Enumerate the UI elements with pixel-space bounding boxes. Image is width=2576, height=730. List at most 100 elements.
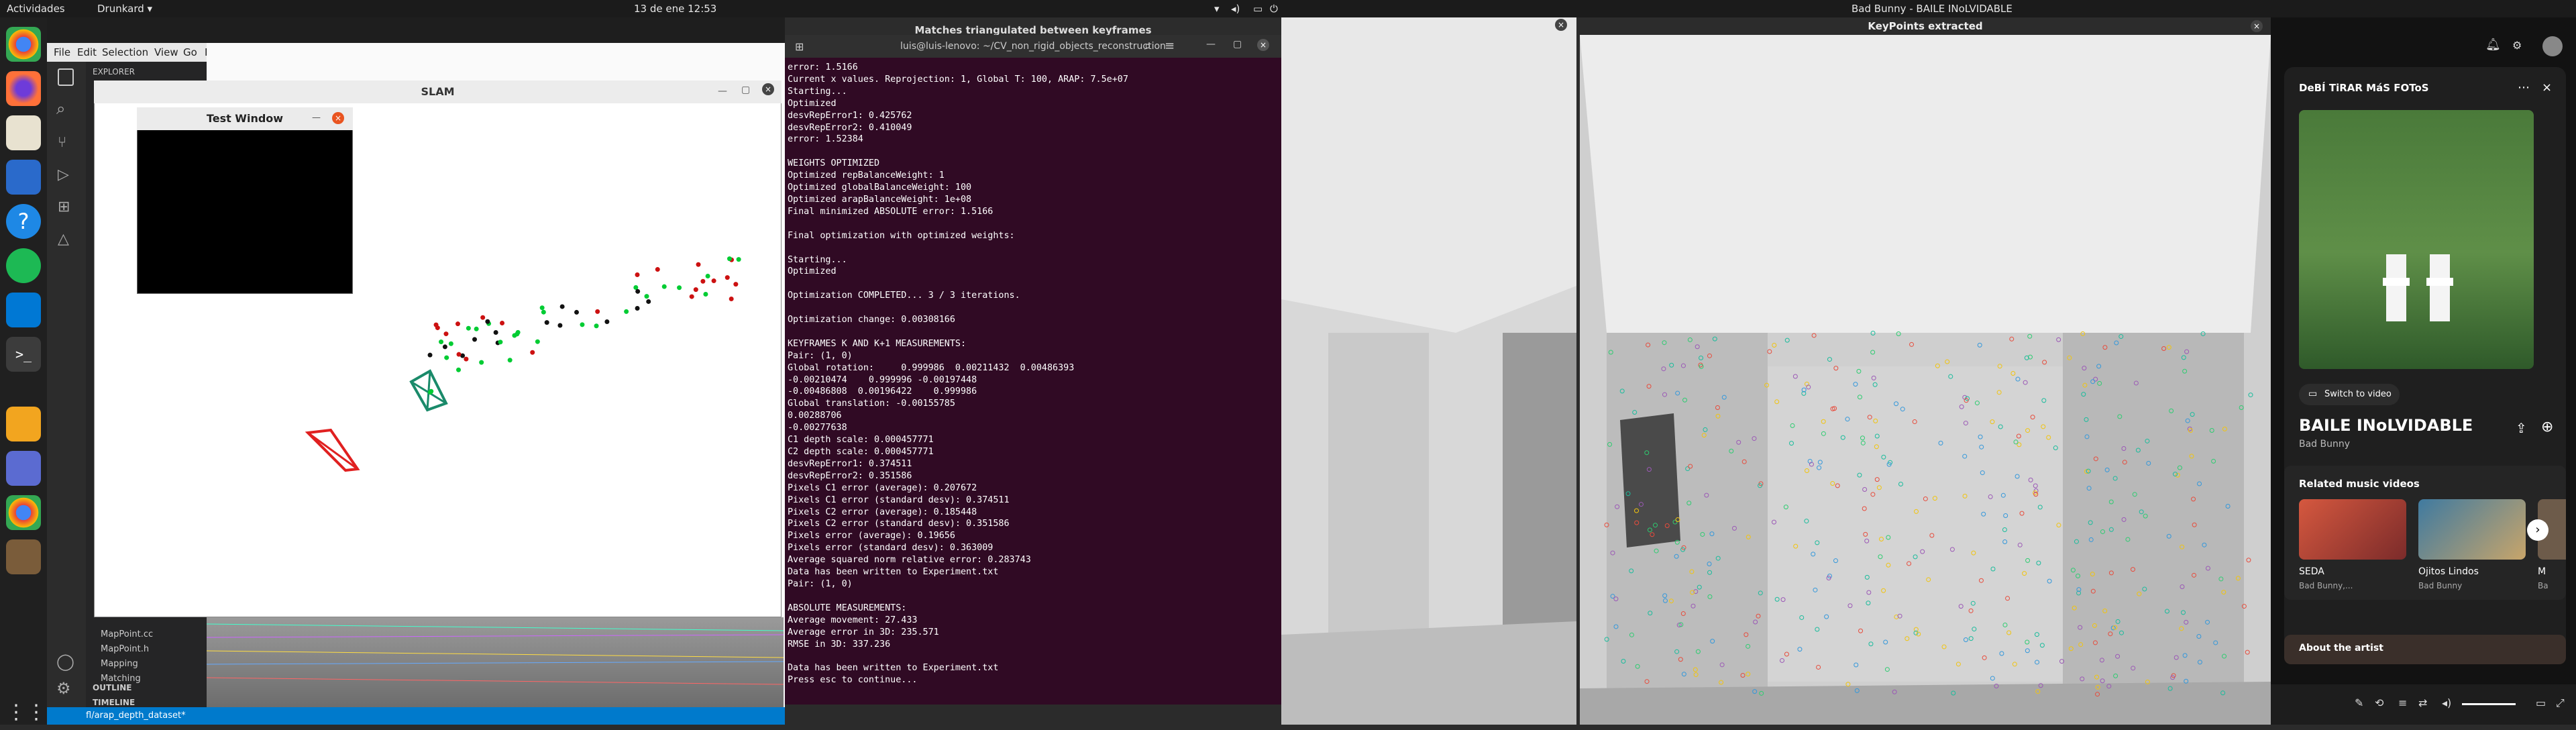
battery-icon[interactable]: ▭ [1253,3,1263,15]
tree-folder[interactable]: Matching [101,674,141,684]
history-icon[interactable]: ⟲ [2375,696,2383,709]
close-button[interactable]: × [332,112,344,124]
writer-icon[interactable] [6,160,41,195]
close-icon[interactable]: × [2542,81,2552,95]
repeat-icon[interactable]: ⇄ [2418,696,2427,709]
cast-icon[interactable]: ▭ [2536,696,2546,709]
switch-to-video-button[interactable]: ▭ Switch to video [2299,384,2400,405]
tree-item[interactable]: MapPoint.cc [101,629,153,639]
map-point [635,272,640,278]
close-button[interactable]: × [762,83,774,95]
tree-folder[interactable]: Mapping [101,659,138,669]
menu-selection[interactable]: Selection [102,46,148,58]
related-header: Related music videos [2299,478,2420,490]
firefox-icon[interactable] [6,71,41,106]
minimize-button[interactable]: — [312,113,321,123]
settings-icon[interactable]: ⚙ [2512,39,2522,52]
terminal-line: RMSE in 3D: 337.236 [788,639,891,649]
new-tab-icon[interactable]: ⊞ [795,40,804,53]
related-thumbnail[interactable] [2418,499,2526,560]
maximize-button[interactable]: ▢ [1233,39,1242,50]
terminal-line: desvRepError1: 0.425762 [788,110,912,121]
switch-to-video-label: Switch to video [2324,389,2392,399]
notifications-icon[interactable]: 🔔︎ [2485,38,2501,52]
map-point [427,352,433,358]
spotify-icon[interactable] [6,248,41,283]
image-viewer-icon[interactable] [6,451,41,486]
related-title[interactable]: SEDA [2299,566,2324,577]
account-icon[interactable]: ◯ [56,652,74,671]
related-title[interactable]: M [2538,566,2546,577]
close-button[interactable]: × [1555,19,1567,31]
wifi-icon[interactable]: ▾ [1214,3,1220,15]
search-icon[interactable]: ⌕ [56,99,65,118]
close-button[interactable]: × [2251,20,2263,32]
extensions-icon[interactable]: ⊞ [58,199,70,215]
menu-file[interactable]: File [54,46,70,58]
map-point [507,358,513,363]
activities-button[interactable]: Actividades [7,3,65,15]
terminal-line: Average squared norm relative error: 0.2… [788,555,1031,566]
top-bar-left: Actividades Drunkard ▾ 13 de ene 12:53 ▾… [0,0,1288,17]
app-menu[interactable]: Drunkard ▾ [97,3,152,15]
close-button[interactable]: × [1257,39,1269,51]
share-icon[interactable]: ⇪ [2516,420,2527,436]
outline-section[interactable]: OUTLINE [93,683,131,692]
menu-go[interactable]: Go [183,46,197,58]
add-icon[interactable]: ⊕ [2541,419,2553,435]
app-icon[interactable] [6,539,41,574]
source-control-icon[interactable]: ⑂ [58,134,66,151]
terminal-line: -0.00277638 [788,423,847,433]
explorer-icon[interactable] [58,68,74,86]
search-icon[interactable]: ⌕ [1144,39,1151,53]
player-bar: ✎ ⟲ ≡ ⇄ ◂) ▭ ⤢ [2271,684,2576,725]
remote-icon[interactable]: △ [58,231,69,248]
match-lines [206,623,784,685]
next-arrow-icon[interactable]: › [2527,519,2548,541]
terminal-line: 0.00288706 [788,411,842,421]
run-debug-icon[interactable]: ▷ [58,166,69,183]
menu-edit[interactable]: Edit [77,46,97,58]
slam-title[interactable]: SLAM [94,81,782,103]
about-artist-card[interactable]: About the artist [2284,635,2566,664]
queue-icon[interactable]: ≡ [2398,696,2407,709]
maximize-button[interactable]: ▢ [741,85,750,95]
folder-icon[interactable] [6,407,41,441]
menu-view[interactable]: View [154,46,178,58]
gear-icon[interactable]: ⚙ [56,679,71,698]
tree-item[interactable]: MapPoint.h [101,644,149,654]
expand-icon[interactable]: ⤢ [2556,696,2565,710]
help-icon[interactable]: ? [6,204,41,239]
menu-icon[interactable]: ≡ [1165,39,1175,53]
avatar[interactable] [2542,36,2563,56]
terminal-line: Press esc to continue... [788,675,918,686]
terminal-line: Optimization change: 0.00308166 [788,315,955,325]
vscode-icon[interactable] [6,293,41,327]
timeline-section[interactable]: TIMELINE [93,698,135,707]
edit-icon[interactable]: ✎ [2355,696,2363,709]
chrome-icon[interactable] [6,27,41,62]
power-icon[interactable]: ⏻ [1270,3,1278,15]
related-title[interactable]: Ojitos Lindos [2418,566,2479,577]
terminal-icon[interactable]: >_ [6,337,41,372]
clock[interactable]: 13 de ene 12:53 [634,3,716,15]
more-options-icon[interactable]: ⋯ [2518,81,2530,95]
volume-icon[interactable]: ◂) [1231,3,1240,15]
terminal-output[interactable]: error: 1.5166 Current x values. Reproject… [788,62,1279,699]
volume-slider[interactable] [2462,703,2516,705]
files-icon[interactable] [6,115,41,150]
volume-icon[interactable]: ◂) [2442,696,2451,709]
terminal-line: error: 1.52384 [788,134,863,145]
video-thumbnail[interactable] [2299,110,2534,369]
minimize-button[interactable]: — [1206,39,1216,50]
terminal-line: Final minimized ABSOLUTE error: 1.5166 [788,206,994,217]
artist-name[interactable]: Bad Bunny [2299,439,2350,450]
terminal-line: KEYFRAMES K AND K+1 MEASUREMENTS: [788,338,967,349]
minimize-button[interactable]: — [718,86,727,97]
git-branch[interactable]: fl/arap_depth_dataset* [86,711,186,721]
chrome-icon-2[interactable] [6,495,41,530]
keypoints-title[interactable]: KeyPoints extracted [1580,17,2271,35]
app-grid-icon[interactable]: ⋮⋮⋮ [6,695,66,730]
related-thumbnail[interactable] [2299,499,2406,560]
